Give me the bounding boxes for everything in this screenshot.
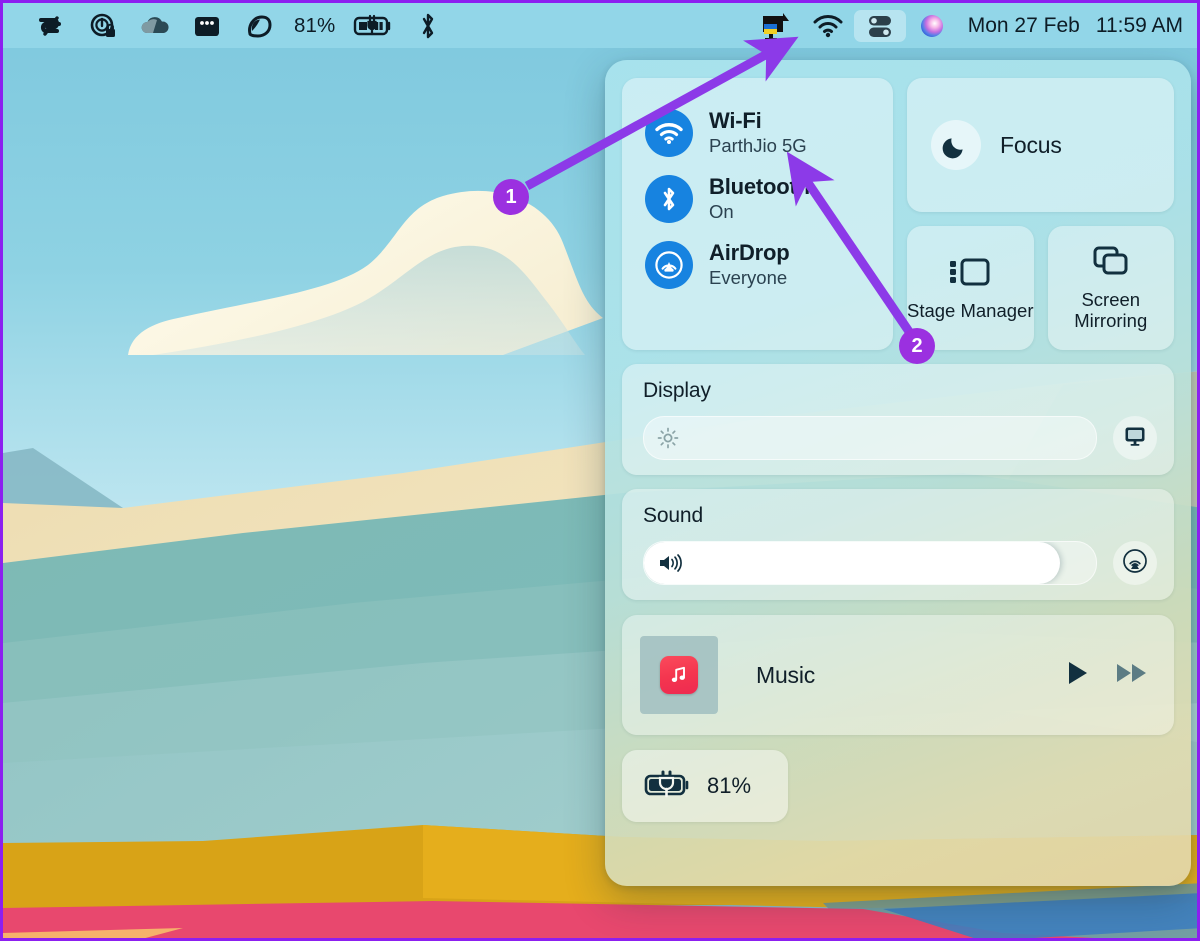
display-brightness-slider[interactable] — [643, 416, 1097, 460]
menu-bar: 81% Mon 27 Feb 11:59 AM — [3, 3, 1197, 48]
battery-charging-icon — [644, 770, 692, 803]
timing-lock-icon[interactable] — [77, 10, 129, 42]
music-note-icon — [660, 656, 698, 694]
focus-tile[interactable]: Focus — [907, 78, 1174, 212]
speaker-icon — [657, 552, 683, 574]
sound-slider-row — [643, 541, 1157, 585]
display-slider-row — [643, 416, 1157, 460]
control-center-panel: Wi-Fi ParthJio 5G Bluetooth On AirDrop E… — [605, 60, 1191, 886]
siri-icon[interactable] — [906, 10, 958, 42]
connectivity-bluetooth-texts: Bluetooth On — [709, 175, 810, 222]
sound-output-button[interactable] — [1113, 541, 1157, 585]
sound-volume-slider[interactable] — [643, 541, 1097, 585]
connectivity-subtitle: Everyone — [709, 266, 788, 288]
display-title: Display — [643, 379, 711, 402]
app-grid-icon[interactable] — [181, 10, 233, 42]
battery-percent-text: 81% — [294, 13, 336, 37]
music-album-art — [640, 636, 718, 714]
shape-icon[interactable] — [233, 10, 285, 42]
airdrop-icon — [645, 241, 693, 289]
music-card: Music — [622, 615, 1174, 735]
wifi-icon[interactable] — [802, 10, 854, 42]
connectivity-item-bluetooth[interactable]: Bluetooth On — [622, 166, 893, 232]
fast-forward-icon[interactable] — [1114, 659, 1150, 692]
sound-slider-fill — [644, 542, 1060, 584]
menu-bar-left-group: 81% — [25, 10, 454, 42]
monitor-icon — [1123, 424, 1147, 453]
display-card: Display — [622, 364, 1174, 475]
connectivity-airdrop-texts: AirDrop Everyone — [709, 241, 790, 288]
battery-tile[interactable]: 81% — [622, 750, 788, 822]
screenshot-root: 81% Mon 27 Feb 11:59 AM Wi-Fi ParthJio 5… — [0, 0, 1200, 941]
menu-bar-right-group: Mon 27 Feb 11:59 AM — [750, 9, 1189, 42]
bluetooth-icon[interactable] — [402, 10, 454, 42]
display-flag-icon[interactable] — [750, 10, 802, 42]
stage-manager-label: Stage Manager — [907, 299, 1034, 321]
play-icon[interactable] — [1062, 658, 1092, 693]
connectivity-title: Wi-Fi — [709, 108, 762, 134]
wifi-icon — [645, 109, 693, 157]
brightness-icon — [657, 427, 679, 449]
connectivity-subtitle: ParthJio 5G — [709, 134, 807, 156]
airplay-audio-icon — [1122, 548, 1148, 579]
annotation-badge-1: 1 — [493, 179, 529, 215]
control-center-top-row: Wi-Fi ParthJio 5G Bluetooth On AirDrop E… — [622, 78, 1174, 350]
battery-percent-label: 81% — [285, 10, 344, 42]
connectivity-item-airdrop[interactable]: AirDrop Everyone — [622, 232, 893, 298]
control-center-icon[interactable] — [853, 9, 906, 42]
control-center-right-column: Focus Stage Manager Screen Mirroring — [907, 78, 1174, 350]
screen-mirroring-label: Screen Mirroring — [1074, 289, 1148, 331]
bluetooth-icon — [645, 175, 693, 223]
menu-bar-date[interactable]: Mon 27 Feb — [958, 14, 1086, 38]
battery-charging-icon[interactable] — [344, 10, 402, 42]
battery-percent-text: 81% — [707, 773, 752, 798]
music-app-name: Music — [756, 661, 816, 688]
moon-icon — [931, 120, 981, 170]
connectivity-item-wifi[interactable]: Wi-Fi ParthJio 5G — [622, 100, 893, 166]
menu-bar-time[interactable]: 11:59 AM — [1086, 14, 1189, 38]
cloud-icon[interactable] — [129, 10, 181, 42]
control-center-square-tiles: Stage Manager Screen Mirroring — [907, 226, 1174, 350]
connectivity-title: AirDrop — [709, 240, 790, 266]
sound-title: Sound — [643, 504, 703, 527]
expressvpn-icon[interactable] — [25, 10, 77, 42]
display-settings-button[interactable] — [1113, 416, 1157, 460]
music-transport-controls — [1062, 658, 1150, 693]
focus-label: Focus — [1000, 131, 1062, 158]
sound-card: Sound — [622, 489, 1174, 600]
screen-mirroring-tile[interactable]: Screen Mirroring — [1047, 226, 1174, 350]
connectivity-wifi-texts: Wi-Fi ParthJio 5G — [709, 109, 807, 156]
connectivity-title: Bluetooth — [709, 174, 810, 200]
connectivity-tile: Wi-Fi ParthJio 5G Bluetooth On AirDrop E… — [622, 78, 893, 350]
stage-manager-icon — [947, 255, 993, 294]
screen-mirroring-icon — [1090, 244, 1132, 283]
connectivity-subtitle: On — [709, 200, 734, 222]
annotation-badge-2: 2 — [899, 328, 935, 364]
